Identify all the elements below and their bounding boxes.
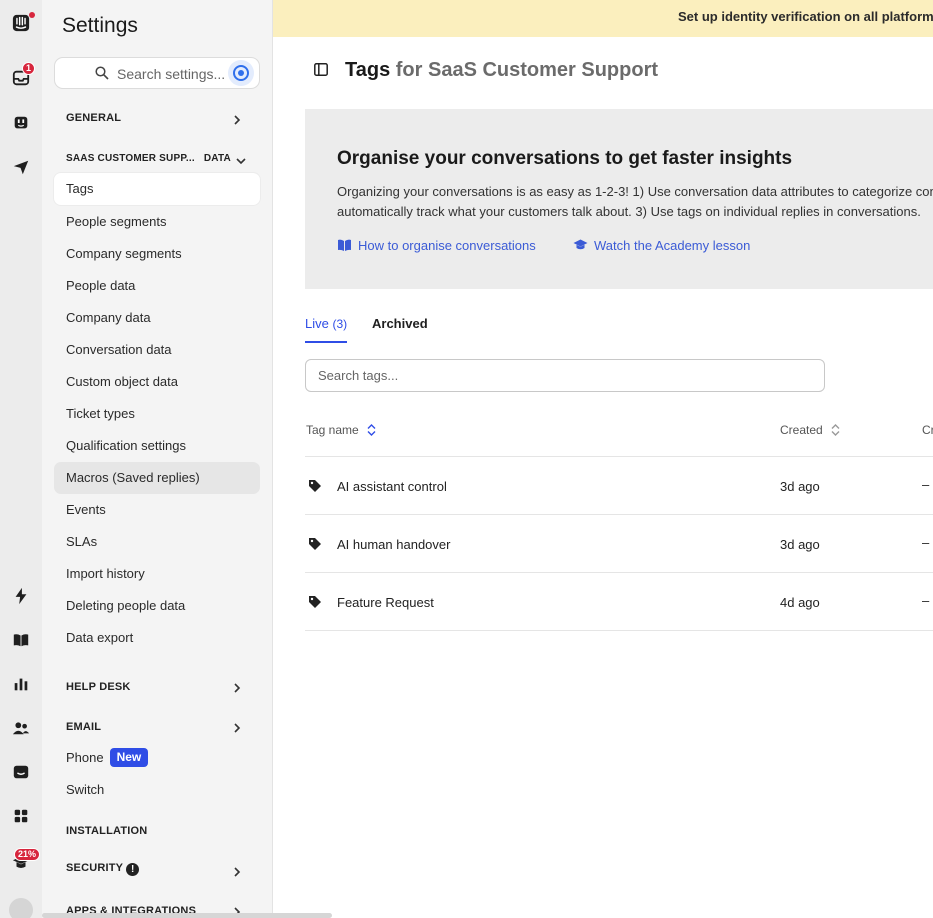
knowledge-book-icon[interactable] (11, 630, 31, 650)
search-icon (95, 66, 109, 80)
sidebar-item-company-segments[interactable]: Company segments (54, 238, 260, 270)
section-email[interactable]: EMAIL (66, 721, 101, 733)
tag-created: 3d ago (780, 537, 820, 552)
settings-search-placeholder: Search settings... (117, 66, 226, 82)
info-body: Organizing your conversations is as easy… (337, 184, 933, 219)
new-badge: New (109, 748, 149, 767)
chevron-right-icon[interactable] (232, 112, 242, 125)
column-header-created-by[interactable]: Cr (922, 423, 933, 437)
sidebar-item-switch[interactable]: Switch (54, 774, 260, 806)
tab-live-label: Live (305, 316, 329, 331)
tag-created-by: – (922, 477, 930, 492)
column-created-label: Created (780, 423, 823, 437)
tag-icon (309, 538, 321, 550)
tab-live[interactable]: Live (3) (305, 316, 348, 343)
settings-search[interactable]: Search settings... (54, 57, 260, 89)
sidebar-item-deleting-people-data[interactable]: Deleting people data (54, 590, 260, 622)
notification-dot (29, 12, 35, 18)
sidebar-item-slas[interactable]: SLAs (54, 526, 260, 558)
sidebar-item-macros[interactable]: Macros (Saved replies) (54, 462, 260, 494)
table-row[interactable]: Feature Request 4d ago – (305, 573, 933, 631)
sidebar-item-qualification-settings[interactable]: Qualification settings (54, 430, 260, 462)
page-title: Tags for SaaS Customer Support (345, 59, 658, 82)
section-data-label: DATA (203, 153, 231, 164)
sidebar-item-company-data[interactable]: Company data (54, 302, 260, 334)
intercom-logo-icon[interactable] (11, 13, 31, 33)
tag-created-by: – (922, 593, 930, 608)
banner-text: Set up identity verification on all plat… (678, 9, 933, 24)
outbound-send-icon[interactable] (11, 157, 31, 177)
academy-progress-badge: 21% (14, 848, 41, 861)
messenger-icon[interactable] (11, 762, 31, 782)
sidebar-title: Settings (62, 14, 138, 37)
page-title-main: Tags (345, 59, 391, 81)
chevron-down-icon[interactable] (236, 153, 246, 165)
link-academy-lesson-label: Watch the Academy lesson (594, 238, 751, 253)
sidebar-toggle-icon[interactable] (314, 63, 328, 76)
sort-active-icon (367, 424, 376, 436)
apps-grid-icon[interactable] (11, 806, 31, 826)
section-security-label: SECURITY (66, 862, 124, 874)
tag-created: 3d ago (780, 479, 820, 494)
tag-name[interactable]: Feature Request (337, 595, 434, 610)
sidebar-item-events[interactable]: Events (54, 494, 260, 526)
settings-sidebar: Settings Search settings... GENERAL SAAS… (42, 0, 273, 918)
sidebar-item-people-segments[interactable]: People segments (54, 206, 260, 238)
inbox-badge: 1 (22, 62, 36, 75)
tag-icon (309, 480, 321, 492)
sidebar-item-ticket-types[interactable]: Ticket types (54, 398, 260, 430)
alert-icon: ! (126, 863, 140, 876)
sidebar-item-people-data[interactable]: People data (54, 270, 260, 302)
chevron-right-icon[interactable] (232, 720, 242, 733)
tag-name[interactable]: AI human handover (337, 537, 450, 552)
column-header-created[interactable]: Created (780, 423, 840, 437)
table-row[interactable]: AI human handover 3d ago – (305, 515, 933, 573)
chevron-right-icon[interactable] (232, 680, 242, 693)
section-saas-label: SAAS CUSTOMER SUPP... (66, 153, 195, 164)
tag-icon (309, 596, 321, 608)
column-tag-name-label: Tag name (306, 423, 359, 437)
sort-icon (831, 424, 840, 436)
page-title-workspace: for SaaS Customer Support (395, 59, 659, 81)
info-card: Organise your conversations to get faste… (305, 109, 933, 289)
section-help-desk[interactable]: HELP DESK (66, 681, 131, 693)
section-saas-customer-support[interactable]: SAAS CUSTOMER SUPP... DATA (66, 153, 231, 164)
academy-cap-icon (573, 239, 588, 250)
sidebar-item-data-export[interactable]: Data export (54, 622, 260, 654)
tag-created-by: – (922, 535, 930, 550)
link-how-to-organise-label: How to organise conversations (358, 238, 536, 253)
sidebar-item-tags[interactable]: Tags (54, 173, 260, 205)
tag-name[interactable]: AI assistant control (337, 479, 447, 494)
bolt-icon[interactable] (11, 586, 31, 606)
fin-bot-icon[interactable] (11, 113, 31, 133)
info-heading: Organise your conversations to get faste… (337, 148, 793, 169)
section-general[interactable]: GENERAL (66, 112, 121, 124)
tab-live-count: (3) (332, 317, 348, 331)
tab-archived[interactable]: Archived (372, 316, 428, 331)
reports-chart-icon[interactable] (11, 674, 31, 694)
contacts-icon[interactable] (11, 718, 31, 738)
chevron-right-icon[interactable] (232, 864, 242, 877)
link-how-to-organise[interactable]: How to organise conversations (337, 238, 536, 253)
sidebar-item-import-history[interactable]: Import history (54, 558, 260, 590)
icon-rail: 1 21% (0, 0, 42, 918)
horizontal-scrollbar[interactable] (42, 913, 332, 918)
search-tags-input[interactable] (306, 360, 824, 391)
status-ring-icon[interactable] (233, 65, 249, 81)
section-security[interactable]: SECURITY! (66, 862, 140, 876)
identity-verification-banner[interactable]: Set up identity verification on all plat… (273, 0, 933, 37)
sidebar-item-phone[interactable]: Phone New (54, 742, 260, 774)
sidebar-item-custom-object-data[interactable]: Custom object data (54, 366, 260, 398)
table-row[interactable]: AI assistant control 3d ago – (305, 457, 933, 515)
tag-created: 4d ago (780, 595, 820, 610)
column-header-tag-name[interactable]: Tag name (306, 423, 376, 437)
section-installation[interactable]: INSTALLATION (66, 825, 147, 837)
tag-search-box (305, 359, 825, 392)
avatar[interactable] (9, 898, 33, 918)
sidebar-item-conversation-data[interactable]: Conversation data (54, 334, 260, 366)
sidebar-item-phone-label: Phone (66, 750, 104, 765)
book-icon (338, 239, 351, 251)
link-academy-lesson[interactable]: Watch the Academy lesson (573, 238, 750, 253)
